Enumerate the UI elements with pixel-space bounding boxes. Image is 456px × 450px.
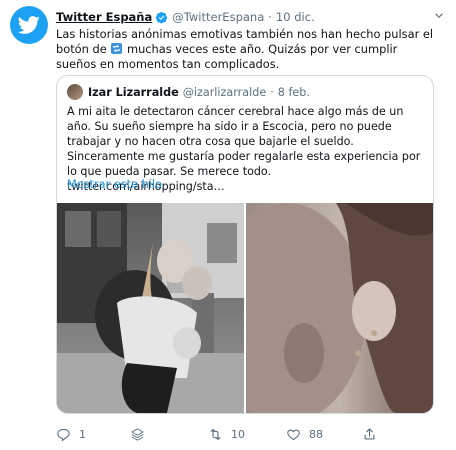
retweet-button[interactable]: 10 xyxy=(208,427,286,442)
reply-button[interactable]: 1 xyxy=(56,427,130,442)
retweet-count: 10 xyxy=(231,427,245,441)
like-button[interactable]: 88 xyxy=(286,427,362,442)
author-name[interactable]: Twitter España xyxy=(56,10,152,24)
reply-count: 1 xyxy=(79,427,86,441)
show-thread-link[interactable]: Mostrar este hilo xyxy=(67,178,162,191)
quoted-separator-dot: · xyxy=(270,85,274,99)
quoted-author-name: Izar Lizarralde xyxy=(88,85,179,99)
quoted-tweet-header: Izar Lizarralde @izarlizarralde · 8 feb. xyxy=(67,84,310,100)
twitter-bird-icon xyxy=(18,16,40,34)
quoted-tweet-date: 8 feb. xyxy=(277,85,310,99)
separator-dot: · xyxy=(268,10,272,24)
retweet-emoji-icon xyxy=(111,43,123,54)
tweet-actions: 1 10 88 xyxy=(56,424,396,444)
photo-close-up-ear[interactable] xyxy=(246,203,433,413)
photo-hug-street[interactable] xyxy=(57,203,244,413)
share-icon xyxy=(364,427,375,439)
author-handle[interactable]: @TwitterEspana xyxy=(172,10,264,24)
tweet[interactable]: Twitter España @TwitterEspana · 10 dic. … xyxy=(0,0,456,450)
like-count: 88 xyxy=(309,427,323,441)
tweet-text: Las historias anónimas emotivas también … xyxy=(56,27,441,72)
quoted-tweet-photos xyxy=(57,203,433,413)
verified-badge-icon xyxy=(155,11,168,24)
layers-icon xyxy=(131,427,144,441)
quoted-author-avatar xyxy=(67,84,83,100)
heart-icon xyxy=(287,428,300,440)
retweet-icon xyxy=(210,428,221,440)
tweet-text-part-2: muchas veces este año. Quizás por ver cu… xyxy=(56,42,398,71)
quoted-tweet[interactable]: Izar Lizarralde @izarlizarralde · 8 feb.… xyxy=(56,75,434,414)
share-button[interactable] xyxy=(362,427,377,442)
chevron-down-icon[interactable] xyxy=(432,9,446,23)
quoted-author-handle: @izarlizarralde xyxy=(182,85,267,99)
layers-button[interactable] xyxy=(130,427,208,442)
author-avatar[interactable] xyxy=(10,6,48,44)
tweet-header: Twitter España @TwitterEspana · 10 dic. xyxy=(56,7,426,27)
reply-icon xyxy=(57,428,70,442)
tweet-date[interactable]: 10 dic. xyxy=(276,10,315,24)
